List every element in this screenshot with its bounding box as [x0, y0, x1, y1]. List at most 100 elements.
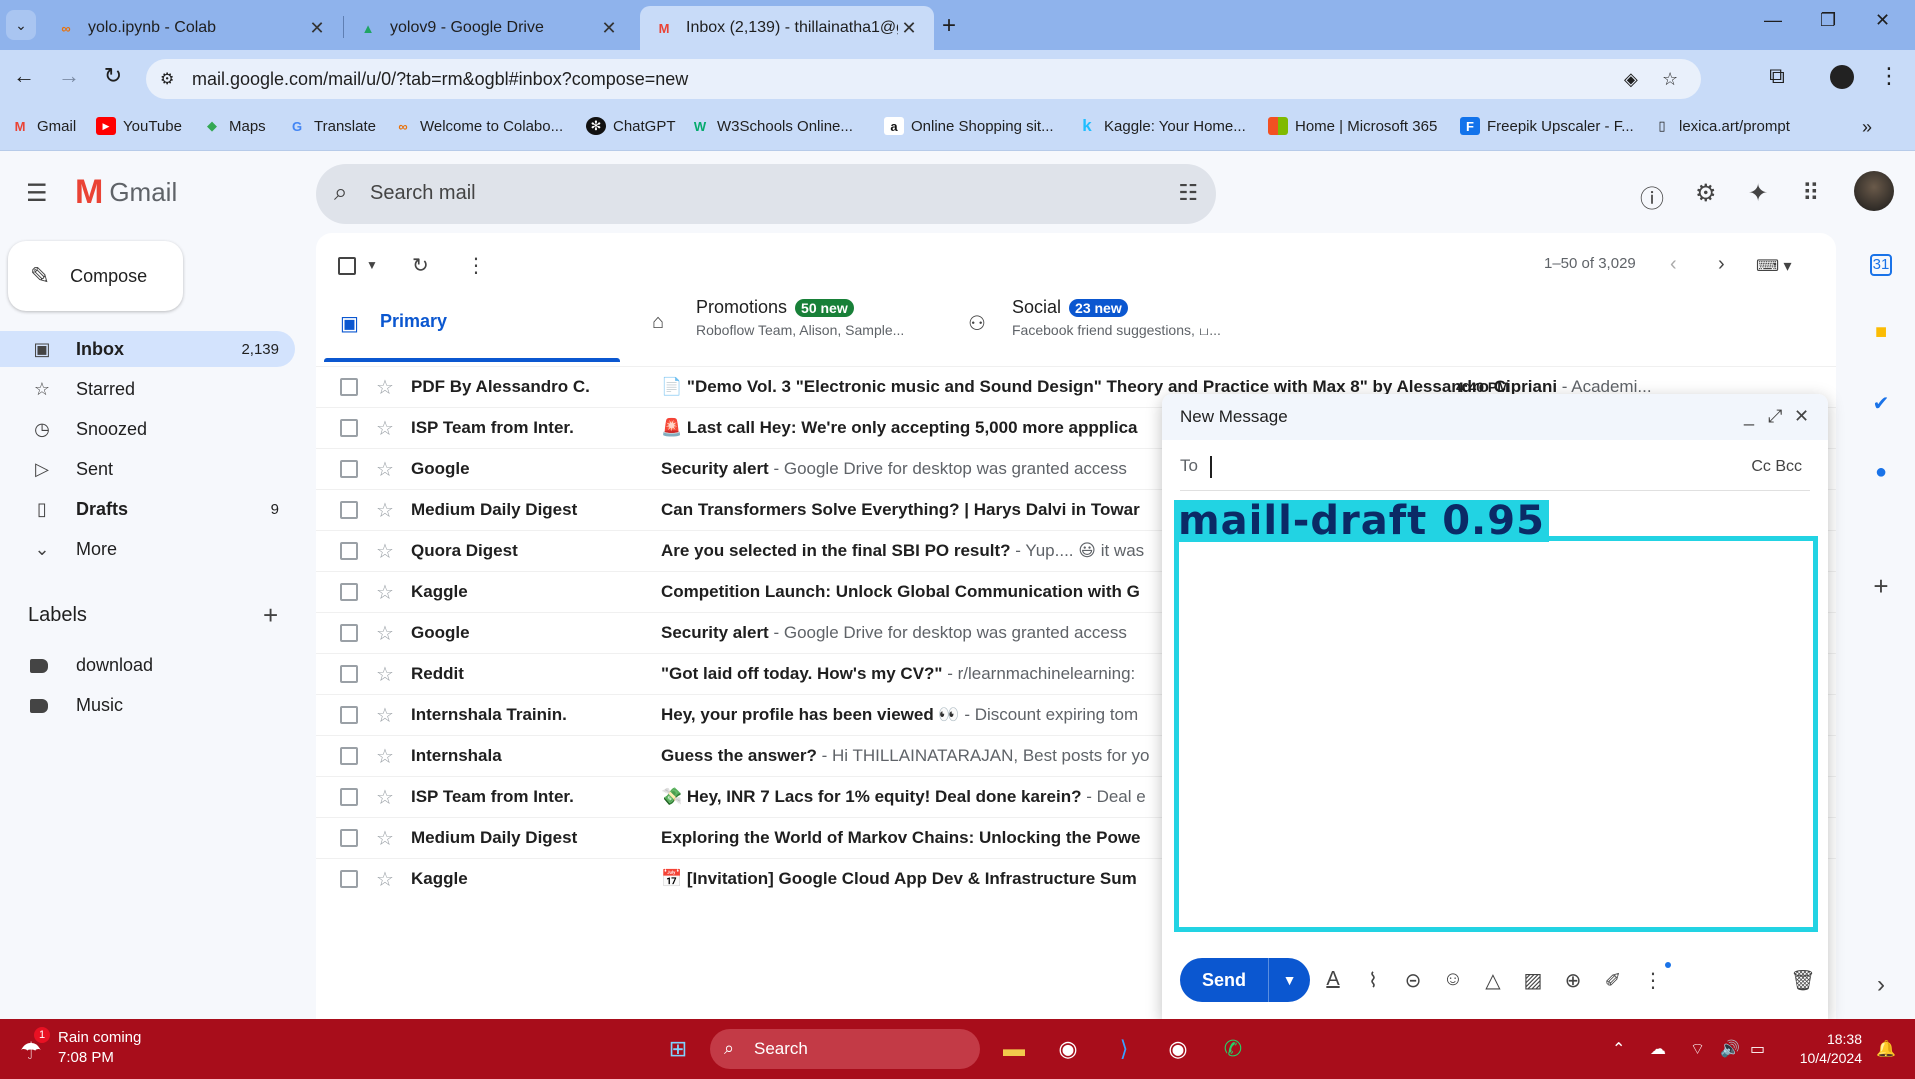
- link-icon[interactable]: ⊝: [1400, 968, 1426, 993]
- email-checkbox[interactable]: [340, 542, 358, 560]
- extensions-icon[interactable]: ⧉: [1762, 63, 1792, 89]
- calendar-icon[interactable]: 31: [1870, 254, 1892, 276]
- bookmarks-overflow-icon[interactable]: »: [1862, 117, 1872, 138]
- bookmark-translate[interactable]: G Translate: [287, 117, 376, 135]
- chrome-icon[interactable]: ◉: [1050, 1031, 1086, 1067]
- star-icon[interactable]: ☆: [1662, 69, 1678, 90]
- notifications-bell-icon[interactable]: 🔔: [1876, 1039, 1896, 1059]
- whatsapp-icon[interactable]: ✆: [1215, 1031, 1251, 1067]
- chrome-profile-icon[interactable]: ◉: [1160, 1031, 1196, 1067]
- new-tab-button[interactable]: +: [942, 12, 956, 40]
- bookmark-w3schools[interactable]: W W3Schools Online...: [690, 117, 853, 135]
- keep-icon[interactable]: ■: [1866, 321, 1896, 351]
- select-dropdown-icon[interactable]: ▼: [366, 258, 378, 272]
- star-icon[interactable]: ☆: [376, 498, 394, 523]
- compose-button[interactable]: ✎ Compose: [8, 241, 183, 311]
- bookmark-gmail[interactable]: M Gmail: [10, 117, 77, 135]
- drive-icon[interactable]: △: [1480, 968, 1506, 993]
- email-checkbox[interactable]: [340, 870, 358, 888]
- nav-drafts[interactable]: ▯ Drafts 9: [0, 491, 295, 527]
- settings-gear-icon[interactable]: ⚙: [1695, 179, 1717, 208]
- label-download[interactable]: download: [30, 655, 153, 676]
- email-checkbox[interactable]: [340, 378, 358, 396]
- star-icon[interactable]: ☆: [376, 826, 394, 851]
- star-icon[interactable]: ☆: [376, 621, 394, 646]
- emoji-icon[interactable]: ☺: [1440, 968, 1466, 991]
- email-checkbox[interactable]: [340, 665, 358, 683]
- search-options-icon[interactable]: ☷: [1178, 180, 1198, 206]
- message-body-area[interactable]: [1174, 536, 1818, 932]
- show-side-panel-icon[interactable]: ›: [1866, 971, 1896, 1001]
- compose-header[interactable]: New Message _ ⤢ ✕: [1162, 394, 1828, 440]
- apps-grid-icon[interactable]: ⠿: [1802, 179, 1820, 208]
- label-music[interactable]: Music: [30, 695, 123, 716]
- forward-icon[interactable]: →: [54, 63, 84, 89]
- prev-page-icon[interactable]: ‹: [1670, 253, 1677, 276]
- more-vert-icon[interactable]: ⋮: [1874, 63, 1904, 89]
- star-icon[interactable]: ☆: [376, 580, 394, 605]
- bookmark-microsoft365[interactable]: Home | Microsoft 365: [1268, 117, 1437, 135]
- refresh-icon[interactable]: ↻: [412, 253, 429, 278]
- star-icon[interactable]: ☆: [376, 416, 394, 441]
- bookmark-amazon[interactable]: a Online Shopping sit...: [884, 117, 1054, 135]
- search-mail-input[interactable]: ⌕ Search mail ☷: [316, 164, 1216, 224]
- bookmark-freepik[interactable]: F Freepik Upscaler - F...: [1460, 117, 1634, 135]
- nav-snoozed[interactable]: ◷ Snoozed: [0, 411, 295, 447]
- bookmark-lexica[interactable]: ▯ lexica.art/prompt: [1652, 117, 1789, 135]
- tab-search-button[interactable]: ⌄: [6, 10, 36, 40]
- email-checkbox[interactable]: [340, 501, 358, 519]
- email-checkbox[interactable]: [340, 583, 358, 601]
- address-bar[interactable]: ⚙ mail.google.com/mail/u/0/?tab=rm&ogbl#…: [146, 59, 1701, 99]
- bookmark-maps[interactable]: ◆ Maps: [202, 117, 266, 135]
- reload-icon[interactable]: ↻: [98, 63, 128, 89]
- site-info-icon[interactable]: ⚙: [160, 69, 174, 89]
- star-icon[interactable]: ☆: [376, 375, 394, 400]
- schedule-send-dropdown-icon[interactable]: ▼: [1268, 958, 1310, 1002]
- wifi-icon[interactable]: ⌔: [1690, 1039, 1705, 1059]
- email-checkbox[interactable]: [340, 747, 358, 765]
- discard-trash-icon[interactable]: 🗑: [1790, 968, 1816, 993]
- windows-start-icon[interactable]: ⊞: [660, 1031, 696, 1067]
- nav-starred[interactable]: ☆ Starred: [0, 371, 295, 407]
- nav-inbox[interactable]: ▣ Inbox 2,139: [0, 331, 295, 367]
- bookmark-chatgpt[interactable]: ✻ ChatGPT: [586, 117, 676, 135]
- star-icon[interactable]: ☆: [376, 703, 394, 728]
- minimize-icon[interactable]: _: [1744, 406, 1754, 427]
- fullscreen-icon[interactable]: ⤢: [1768, 406, 1782, 427]
- main-menu-icon[interactable]: ☰: [26, 179, 48, 208]
- bookmark-kaggle[interactable]: k Kaggle: Your Home...: [1077, 116, 1246, 135]
- profile-avatar[interactable]: [1830, 65, 1854, 89]
- formatting-options-icon[interactable]: A: [1320, 968, 1346, 991]
- confidential-lock-icon[interactable]: ⊕: [1560, 968, 1586, 993]
- bookmark-colab[interactable]: ∞ Welcome to Colabo...: [393, 117, 563, 135]
- close-icon[interactable]: ✕: [1794, 406, 1809, 427]
- email-checkbox[interactable]: [340, 788, 358, 806]
- file-explorer-icon[interactable]: ▬: [996, 1031, 1032, 1067]
- input-tools-icon[interactable]: ⌨ ▾: [1756, 256, 1792, 276]
- taskbar-clock[interactable]: 18:38 10/4/2024: [1790, 1030, 1862, 1068]
- add-label-icon[interactable]: +: [263, 600, 278, 631]
- tasks-icon[interactable]: ✔: [1866, 391, 1896, 421]
- tab-social[interactable]: ⚇ Social 23 new Facebook friend suggestio…: [968, 293, 1288, 358]
- star-icon[interactable]: ☆: [376, 785, 394, 810]
- onedrive-icon[interactable]: ☁: [1650, 1039, 1666, 1059]
- get-addons-icon[interactable]: +: [1866, 571, 1896, 601]
- nav-more[interactable]: ⌄ More: [0, 531, 295, 567]
- cc-bcc-link[interactable]: Cc Bcc: [1751, 458, 1802, 476]
- email-checkbox[interactable]: [340, 706, 358, 724]
- contacts-icon[interactable]: ●: [1866, 461, 1896, 491]
- more-options-icon[interactable]: ⋮: [1640, 968, 1666, 993]
- lens-icon[interactable]: ◈: [1624, 69, 1638, 90]
- vscode-icon[interactable]: ⟩: [1106, 1031, 1142, 1067]
- browser-tab-colab[interactable]: ∞ yolo.ipynb - Colab ✕: [42, 6, 342, 50]
- email-checkbox[interactable]: [340, 419, 358, 437]
- attach-icon[interactable]: ⌇: [1360, 968, 1386, 993]
- photo-icon[interactable]: ▨: [1520, 968, 1546, 993]
- more-options-icon[interactable]: ⋮: [466, 253, 486, 278]
- star-icon[interactable]: ☆: [376, 867, 394, 892]
- email-checkbox[interactable]: [340, 460, 358, 478]
- send-button[interactable]: Send ▼: [1180, 958, 1310, 1002]
- help-icon[interactable]: ⓘ: [1640, 179, 1664, 214]
- bookmark-youtube[interactable]: ▶ YouTube: [96, 117, 182, 135]
- star-icon[interactable]: ☆: [376, 539, 394, 564]
